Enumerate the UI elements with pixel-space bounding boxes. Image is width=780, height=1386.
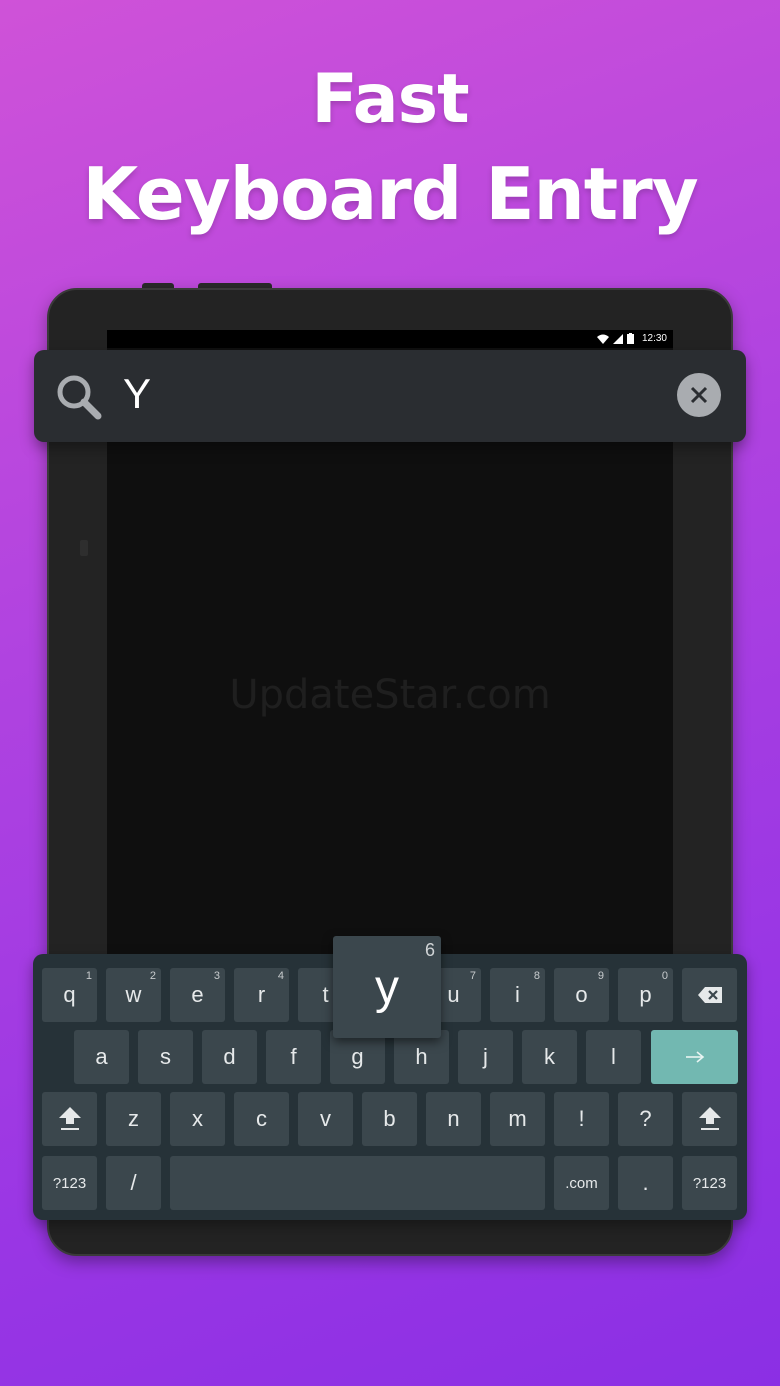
shift-icon	[698, 1107, 721, 1130]
search-icon[interactable]	[56, 374, 102, 425]
shift-icon	[58, 1107, 81, 1130]
symbols-key-left[interactable]: ?123	[42, 1156, 97, 1210]
key-v[interactable]: v	[298, 1092, 353, 1146]
key-preview-hint: 6	[424, 940, 435, 960]
key-slash[interactable]: /	[106, 1156, 161, 1210]
shift-key-left[interactable]	[42, 1092, 97, 1146]
key-period[interactable]: .	[618, 1156, 673, 1210]
dotcom-key[interactable]: .com	[554, 1156, 609, 1210]
key-q[interactable]: q1	[42, 968, 97, 1022]
key-d[interactable]: d	[202, 1030, 257, 1084]
headline-line-2: Keyboard Entry	[82, 152, 698, 236]
key-s[interactable]: s	[138, 1030, 193, 1084]
key-o[interactable]: o9	[554, 968, 609, 1022]
search-input[interactable]: Y	[123, 370, 151, 418]
key-preview-label: y	[375, 960, 399, 1014]
key-x[interactable]: x	[170, 1092, 225, 1146]
wifi-icon	[596, 334, 609, 344]
enter-key[interactable]	[651, 1030, 738, 1084]
key-z[interactable]: z	[106, 1092, 161, 1146]
signal-icon	[612, 333, 623, 344]
key-r[interactable]: r4	[234, 968, 289, 1022]
key-question[interactable]: ?	[618, 1092, 673, 1146]
key-g[interactable]: g	[330, 1030, 385, 1084]
tablet-sensor	[80, 540, 88, 556]
space-key[interactable]	[170, 1156, 545, 1210]
key-preview-popup: y 6	[333, 936, 441, 1038]
key-e[interactable]: e3	[170, 968, 225, 1022]
backspace-icon	[697, 987, 722, 1003]
key-i[interactable]: i8	[490, 968, 545, 1022]
symbols-key-right[interactable]: ?123	[682, 1156, 737, 1210]
key-exclamation[interactable]: !	[554, 1092, 609, 1146]
key-c[interactable]: c	[234, 1092, 289, 1146]
key-p[interactable]: p0	[618, 968, 673, 1022]
key-w[interactable]: w2	[106, 968, 161, 1022]
backspace-key[interactable]	[682, 968, 737, 1022]
arrow-right-icon	[685, 1051, 704, 1063]
key-j[interactable]: j	[458, 1030, 513, 1084]
key-f[interactable]: f	[266, 1030, 321, 1084]
key-a[interactable]: a	[74, 1030, 129, 1084]
key-m[interactable]: m	[490, 1092, 545, 1146]
key-n[interactable]: n	[426, 1092, 481, 1146]
status-time: 12:30	[641, 333, 667, 344]
key-k[interactable]: k	[522, 1030, 577, 1084]
key-b[interactable]: b	[362, 1092, 417, 1146]
key-l[interactable]: l	[586, 1030, 641, 1084]
battery-icon	[626, 333, 634, 344]
close-icon	[690, 386, 708, 404]
headline-line-1: Fast	[311, 60, 469, 139]
watermark: UpdateStar.com	[229, 672, 551, 718]
key-h[interactable]: h	[394, 1030, 449, 1084]
status-bar: 12:30	[107, 330, 673, 348]
shift-key-right[interactable]	[682, 1092, 737, 1146]
clear-button[interactable]	[677, 373, 721, 417]
